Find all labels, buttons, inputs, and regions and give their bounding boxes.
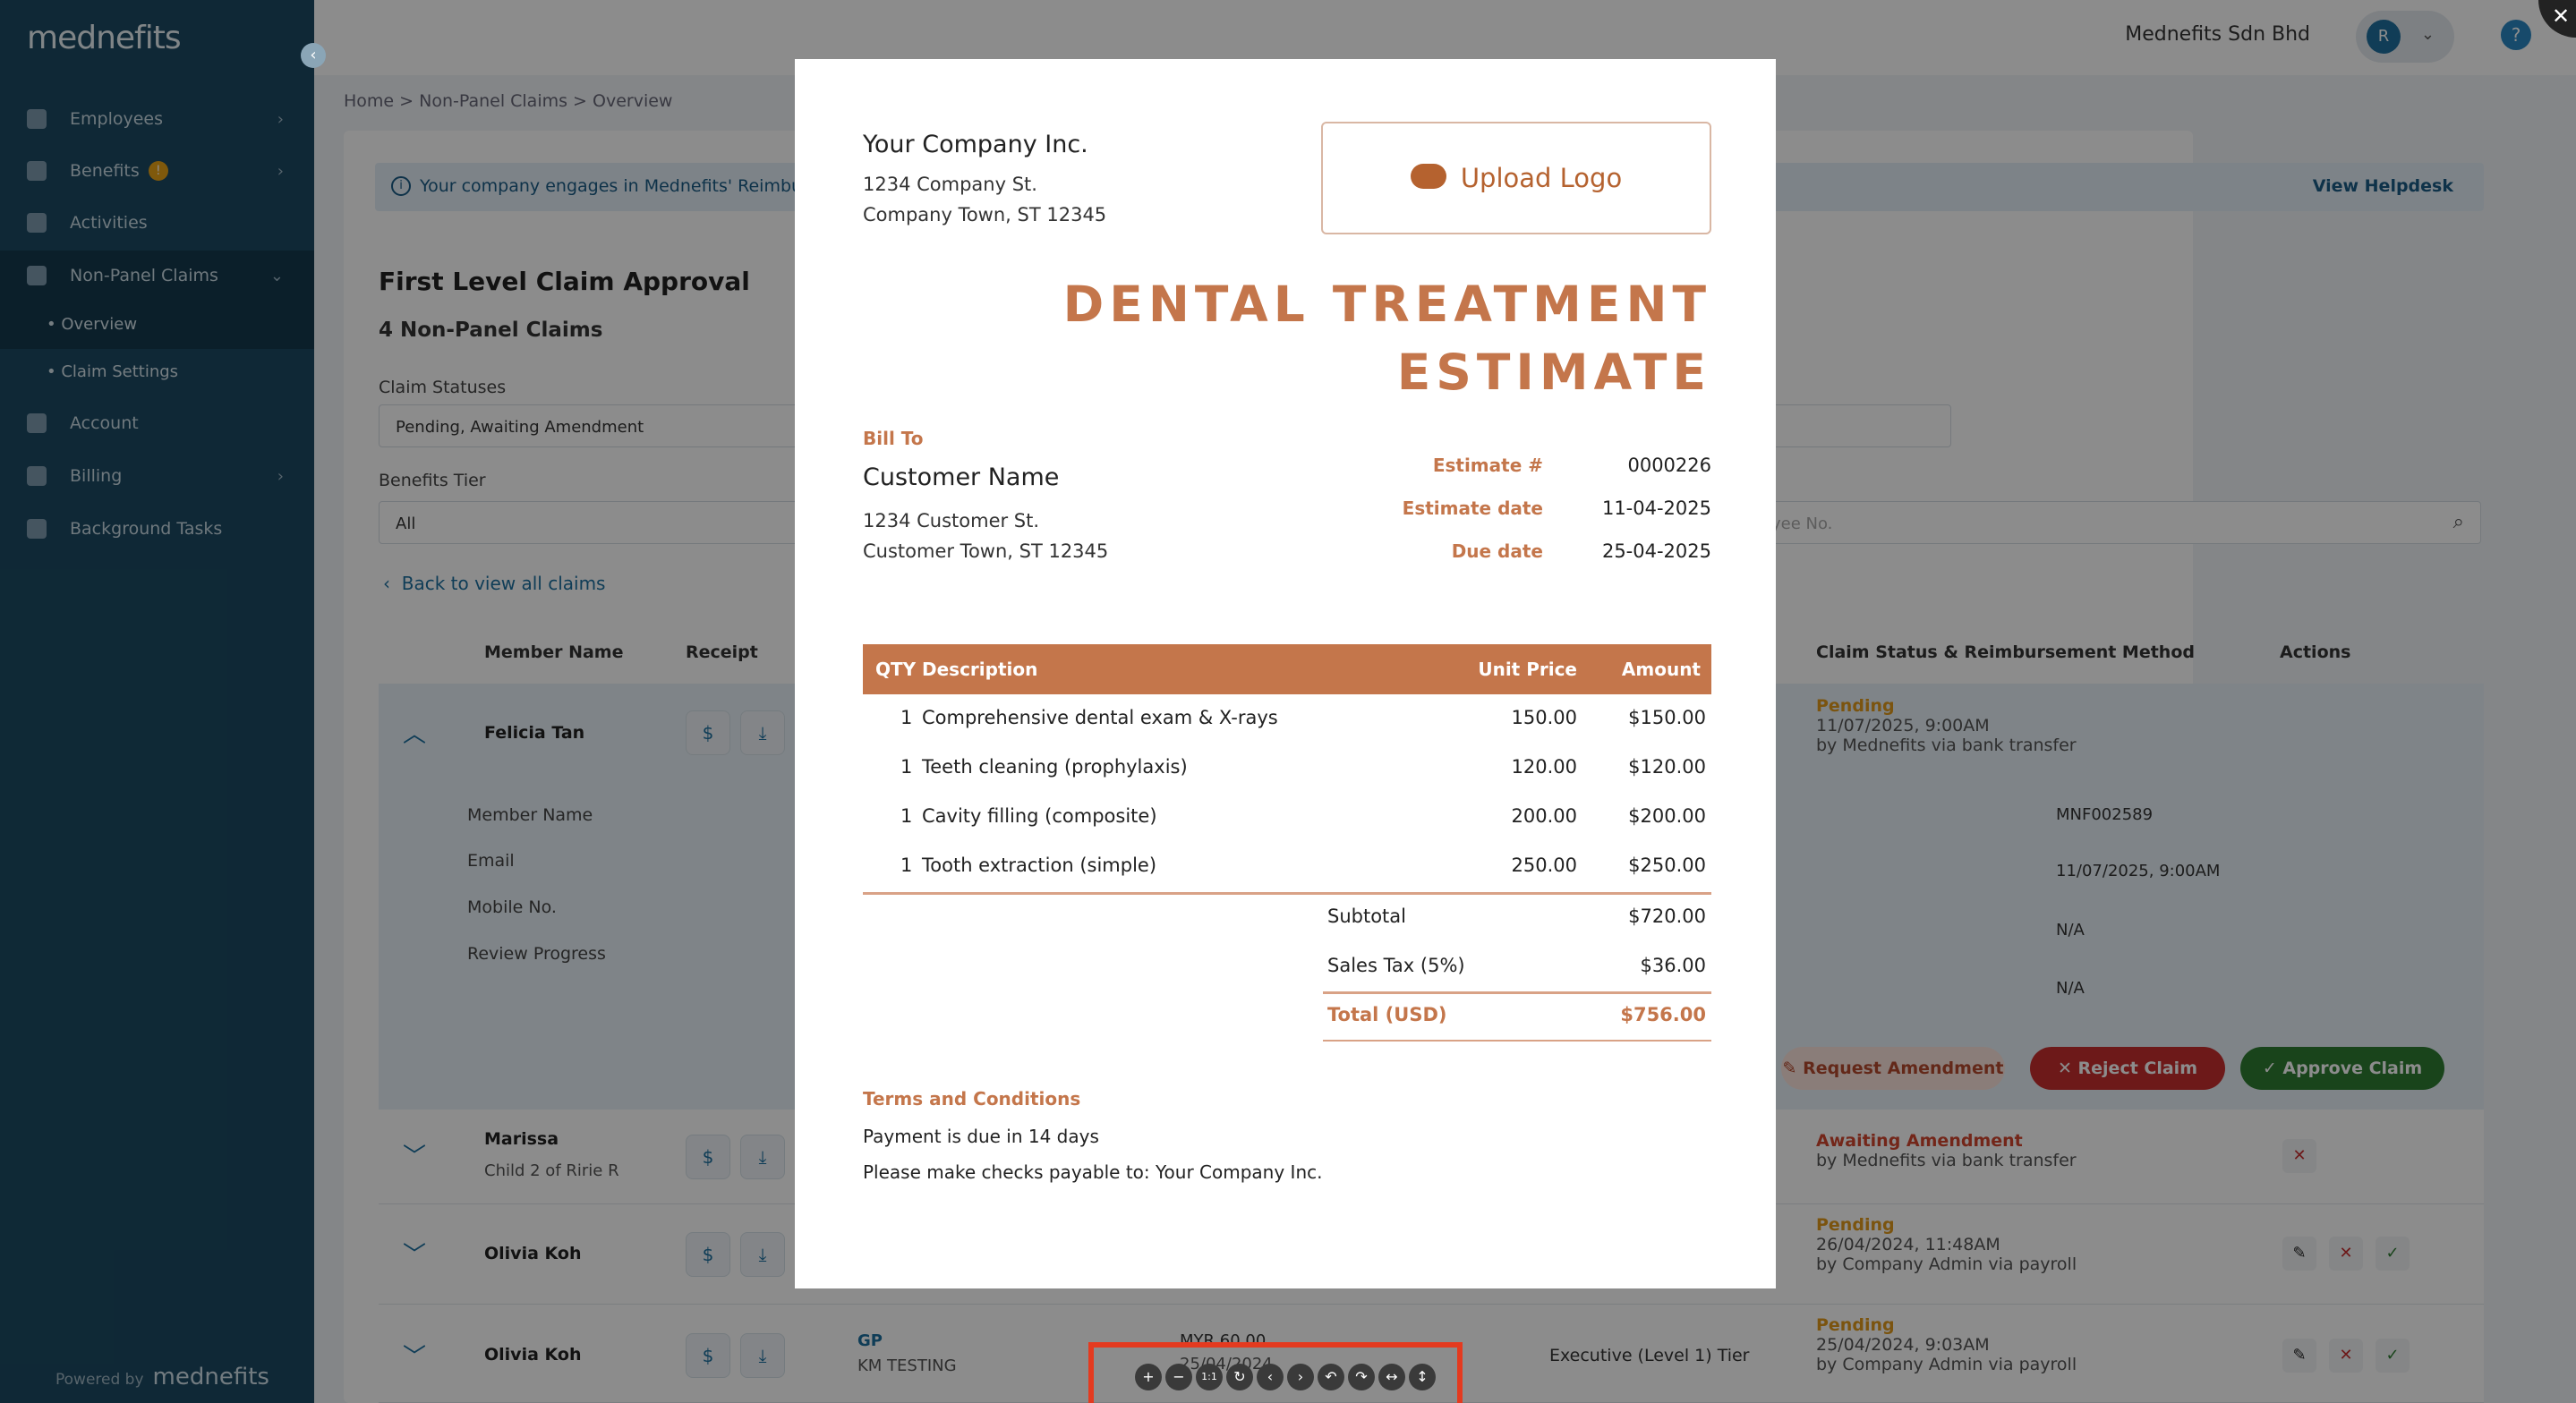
doc-company: Your Company Inc. <box>863 131 1088 158</box>
terms-title: Terms and Conditions <box>863 1088 1081 1110</box>
cloud-upload-icon <box>1410 164 1446 189</box>
item-row: 1 Tooth extraction (simple) 250.00 $250.00 <box>900 855 1706 876</box>
meta-label: Estimate date <box>1402 497 1543 519</box>
divider <box>863 892 1711 895</box>
meta-label: Estimate # <box>1432 455 1543 476</box>
collapse-sidebar-button[interactable]: ‹ <box>301 43 326 68</box>
items-table-header: QTY Description Unit Price Amount <box>863 644 1711 694</box>
meta-value: 0000226 <box>1627 455 1711 476</box>
bill-to-label: Bill To <box>863 428 924 449</box>
customer-address: 1234 Customer St. <box>863 510 1040 531</box>
doc-title: DENTAL TREATMENT <box>1062 276 1711 333</box>
rotate-left-icon[interactable]: ↶ <box>1318 1364 1344 1390</box>
doc-title: ESTIMATE <box>1396 344 1711 401</box>
total-value: $756.00 <box>1620 1004 1706 1025</box>
rotate-right-icon[interactable]: ↷ <box>1348 1364 1375 1390</box>
terms-line: Payment is due in 14 days <box>863 1126 1099 1147</box>
actual-size-icon[interactable]: 1:1 <box>1196 1364 1223 1390</box>
item-row: 1 Teeth cleaning (prophylaxis) 120.00 $120.… <box>900 756 1706 778</box>
item-row: 1 Cavity filling (composite) 200.00 $200.00 <box>900 805 1706 827</box>
subtotal-label: Subtotal <box>1327 906 1406 927</box>
meta-value: 11-04-2025 <box>1601 497 1711 519</box>
reset-icon[interactable]: ↻ <box>1226 1364 1253 1390</box>
upload-logo-box: Upload Logo <box>1321 122 1711 234</box>
meta-value: 25-04-2025 <box>1601 540 1711 562</box>
meta-label: Due date <box>1451 540 1543 562</box>
terms-line: Please make checks payable to: Your Comp… <box>863 1161 1323 1183</box>
prev-icon[interactable]: ‹ <box>1257 1364 1284 1390</box>
tax-value: $36.00 <box>1640 955 1706 976</box>
flip-vertical-icon[interactable]: ↕ <box>1409 1364 1436 1390</box>
doc-address: 1234 Company St. <box>863 174 1037 195</box>
doc-address: Company Town, ST 12345 <box>863 204 1107 225</box>
zoom-out-icon[interactable]: − <box>1165 1364 1192 1390</box>
next-icon[interactable]: › <box>1287 1364 1314 1390</box>
zoom-in-icon[interactable]: + <box>1135 1364 1162 1390</box>
divider <box>1323 991 1711 994</box>
viewer-toolbar: + − 1:1 ↻ ‹ › ↶ ↷ ↔ ↕ <box>1135 1364 1436 1390</box>
flip-horizontal-icon[interactable]: ↔ <box>1378 1364 1405 1390</box>
customer-address: Customer Town, ST 12345 <box>863 540 1109 562</box>
divider <box>1323 1040 1711 1042</box>
customer-name: Customer Name <box>863 463 1060 491</box>
receipt-preview: Your Company Inc. 1234 Company St. Compa… <box>795 59 1776 1288</box>
item-row: 1 Comprehensive dental exam & X-rays 150.0… <box>900 707 1706 728</box>
subtotal-value: $720.00 <box>1628 906 1706 927</box>
tax-label: Sales Tax (5%) <box>1327 955 1465 976</box>
total-label: Total (USD) <box>1327 1004 1447 1025</box>
